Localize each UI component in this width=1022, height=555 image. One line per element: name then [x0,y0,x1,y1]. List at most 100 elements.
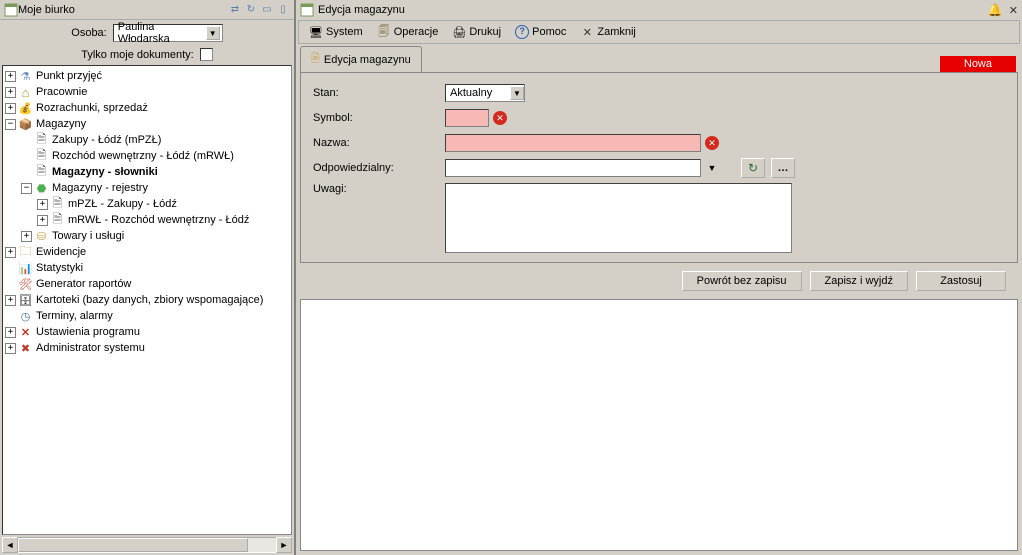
error-icon [493,111,507,125]
left-pane: Moje biurko ⇄ ↻ ▭ ▯ Osoba: Paulina Włoda… [0,0,296,555]
tree-item[interactable]: Generator raportów [36,278,131,290]
help-icon [515,25,529,39]
expander[interactable]: − [5,119,16,130]
right-pane: Edycja magazynu System Operacje Drukuj P… [296,0,1022,555]
osoba-row: Osoba: Paulina Włodarska ▼ [0,20,294,44]
menu-drukuj[interactable]: Drukuj [446,23,507,41]
scroll-track[interactable] [18,537,276,553]
tab-doc-icon [311,50,320,69]
tree-item[interactable]: Punkt przyjęć [36,70,102,82]
close-icon[interactable] [1009,4,1018,17]
dots-icon [778,162,789,174]
expander[interactable]: − [21,183,32,194]
operations-icon [377,25,391,39]
tree-item[interactable]: Rozchód wewnętrzny - Łódź (mRWŁ) [52,150,234,162]
menu-label: Drukuj [469,26,501,38]
bell-icon[interactable] [988,3,1003,17]
apply-button[interactable]: Zastosuj [916,271,1006,291]
tree-item[interactable]: Towary i usługi [52,230,124,242]
symbol-label: Symbol: [313,112,445,124]
symbol-input[interactable] [445,109,489,127]
tree-item[interactable]: Magazyny [36,118,86,130]
mydocs-checkbox[interactable] [200,48,213,61]
collapse-icon[interactable]: ▭ [260,3,274,17]
refresh-button[interactable] [741,158,765,178]
tree[interactable]: + Punkt przyjęć + Pracownie + Rozrachunki, … [2,65,292,535]
right-title-icons [988,3,1018,17]
form-area: Stan: Aktualny ▼ Symbol: Nazwa: Odpowied… [300,72,1018,263]
expander[interactable]: + [5,247,16,258]
tab-edycja-magazynu[interactable]: Edycja magazynu [300,46,422,72]
tab-label: Edycja magazynu [324,54,411,66]
save-exit-button[interactable]: Zapisz i wyjdź [810,271,908,291]
nazwa-label: Nazwa: [313,137,445,149]
window-icon [300,3,314,17]
tree-item-selected[interactable]: Magazyny - słowniki [52,166,158,178]
mydocs-label: Tylko moje dokumenty: [81,49,194,61]
menu-system[interactable]: System [303,23,369,41]
menu-label: Pomoc [532,26,566,38]
menubar: System Operacje Drukuj Pomoc Zamknij [298,20,1020,44]
menu-pomoc[interactable]: Pomoc [509,23,572,41]
money-icon [18,101,33,115]
tree-item[interactable]: Magazyny - rejestry [52,182,148,194]
tree-item[interactable]: Ewidencje [36,246,86,258]
button-row: Powrót bez zapisu Zapisz i wyjdź Zastosu… [300,263,1018,299]
doc-icon [34,165,49,179]
more-icon[interactable]: ▯ [276,3,290,17]
tree-item[interactable]: Zakupy - Łódź (mPZŁ) [52,134,161,146]
tree-item[interactable]: Terminy, alarmy [36,310,113,322]
menu-operacje[interactable]: Operacje [371,23,445,41]
odpowiedzialny-input[interactable] [445,159,701,177]
mydocs-row: Tylko moje dokumenty: [0,44,294,63]
back-button[interactable]: Powrót bez zapisu [682,271,802,291]
browse-button[interactable] [771,158,795,178]
content-area [300,299,1018,551]
chevron-down-icon[interactable]: ▼ [510,86,524,100]
tree-item[interactable]: Administrator systemu [36,342,145,354]
osoba-combo[interactable]: Paulina Włodarska ▼ [113,24,223,42]
tree-item[interactable]: Kartoteki (bazy danych, zbiory wspomagaj… [36,294,263,306]
stan-label: Stan: [313,87,445,99]
scroll-left-icon[interactable]: ◄ [2,537,18,553]
box-icon [18,117,33,131]
scroll-right-icon[interactable]: ► [276,537,292,553]
expander[interactable]: + [5,71,16,82]
expander[interactable]: + [5,295,16,306]
chevron-down-icon[interactable]: ▼ [206,26,220,40]
expander[interactable]: + [37,199,48,210]
house-icon [18,85,33,99]
nazwa-input[interactable] [445,134,701,152]
menu-label: System [326,26,363,38]
h-scrollbar[interactable]: ◄ ► [2,537,292,553]
dropdown-icon[interactable] [705,161,719,175]
tree-item[interactable]: Statystyki [36,262,83,274]
tree-item[interactable]: Pracownie [36,86,87,98]
tree-item[interactable]: Ustawienia programu [36,326,140,338]
scroll-thumb[interactable] [18,538,248,552]
refresh-icon[interactable]: ↻ [244,3,258,17]
expander[interactable]: + [5,327,16,338]
tree-item[interactable]: mRWŁ - Rozchód wewnętrzny - Łódź [68,214,249,226]
tree-item[interactable]: Rozrachunki, sprzedaż [36,102,148,114]
expander[interactable]: + [21,231,32,242]
right-title-bar: Edycja magazynu [296,0,1022,20]
expander[interactable]: + [5,87,16,98]
expander[interactable]: + [5,103,16,114]
expander-empty [5,279,16,290]
stan-select[interactable]: Aktualny ▼ [445,84,525,102]
uwagi-textarea[interactable] [445,183,792,253]
osoba-label: Osoba: [71,27,106,39]
expander-empty [21,167,32,178]
sync-icon[interactable]: ⇄ [228,3,242,17]
chart-icon [18,261,33,275]
expander-empty [5,263,16,274]
menu-zamknij[interactable]: Zamknij [574,23,642,41]
uwagi-label: Uwagi: [313,183,445,195]
wrench-icon [18,325,33,339]
odpowiedzialny-label: Odpowiedzialny: [313,162,445,174]
tab-row: Edycja magazynu Nowa [296,48,1022,72]
expander[interactable]: + [37,215,48,226]
tree-item[interactable]: mPZŁ - Zakupy - Łódź [68,198,177,210]
expander[interactable]: + [5,343,16,354]
